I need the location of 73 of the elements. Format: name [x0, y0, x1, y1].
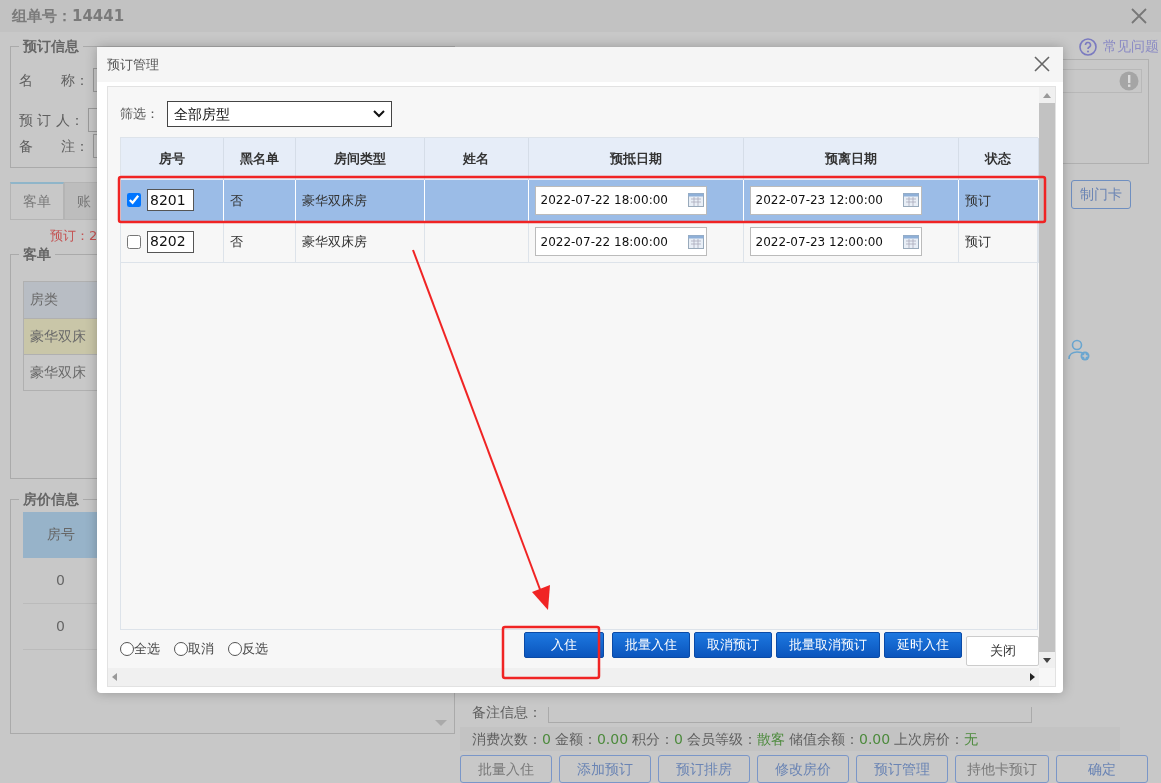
scroll-up-icon[interactable]	[1043, 92, 1051, 98]
table-cell: 豪华双床房	[295, 180, 424, 221]
stat-value: 0.00	[859, 729, 891, 749]
window-title: 组单号：14441	[12, 5, 125, 27]
stat-value: 0.00	[596, 729, 629, 749]
table-cell: 豪华双床房	[295, 221, 424, 262]
column-header: 房间类型	[295, 138, 424, 180]
dialog-title: 预订管理	[107, 55, 159, 74]
stat-label: 储值余额：	[789, 729, 859, 749]
calendar-icon[interactable]	[687, 234, 704, 249]
field-label: 备注信息：	[472, 703, 542, 722]
alert-icon	[1119, 71, 1139, 91]
table-cell: 预订	[958, 221, 1038, 262]
text-field[interactable]	[88, 108, 98, 132]
column-header: 状态	[958, 138, 1038, 180]
column-header: 预离日期	[743, 138, 958, 180]
room-number-field[interactable]: 8201	[147, 189, 194, 212]
stat-label: 上次房价：	[894, 729, 965, 749]
radio-label[interactable]: 取消	[188, 639, 214, 659]
table-row[interactable]: 8201 否 豪华双床房 2022-07-22 18:00:00 2022-07-23 12:00:00 预订	[121, 180, 1038, 221]
caret-icon	[373, 110, 385, 118]
section-title: 客单	[19, 244, 55, 263]
table-row[interactable]: 8202 否 豪华双床房 2022-07-22 18:00:00 2022-07-23 12:00:00 预订	[121, 221, 1038, 262]
stat-value: 0	[542, 729, 551, 749]
column-header: 姓名	[424, 138, 528, 180]
stat-value: 0	[674, 729, 683, 749]
dialog-button[interactable]: 入住	[524, 632, 604, 658]
stat-value: 散客	[757, 729, 785, 749]
radio-button[interactable]	[228, 642, 242, 656]
date-field[interactable]: 2022-07-23 12:00:00	[749, 185, 922, 215]
room-type-select[interactable]: 全部房型	[167, 101, 392, 127]
field-label: 备 注：	[19, 136, 89, 156]
stat-label: 会员等级：	[687, 729, 757, 749]
table-cell: 否	[223, 180, 295, 221]
booking-count: 预订：2	[50, 227, 98, 245]
column-header: 预抵日期	[528, 138, 743, 180]
close-icon[interactable]	[1129, 6, 1149, 26]
radio-label[interactable]: 反选	[242, 639, 268, 659]
table-cell: 预订	[958, 180, 1038, 221]
radio-label[interactable]: 全选	[134, 639, 160, 659]
date-field[interactable]: 2022-07-22 18:00:00	[534, 227, 707, 256]
field-label: 预 订 人：	[19, 110, 84, 130]
filter-label: 筛选：	[120, 105, 159, 124]
stat-value: 无	[964, 729, 979, 749]
column-header: 房号	[121, 138, 223, 180]
column-header: 黑名单	[223, 138, 295, 180]
calendar-icon[interactable]	[902, 234, 919, 249]
room-number-field[interactable]: 8202	[147, 230, 194, 253]
calendar-icon[interactable]	[902, 193, 919, 208]
table-cell: 否	[223, 221, 295, 262]
row-checkbox[interactable]	[127, 234, 141, 249]
radio-button[interactable]	[174, 642, 188, 656]
stat-label: 金额：	[554, 729, 597, 749]
dialog-button[interactable]: 取消预订	[694, 632, 772, 658]
date-field[interactable]: 2022-07-23 12:00:00	[749, 227, 922, 256]
dialog-button[interactable]: 延时入住	[884, 632, 962, 658]
section-title: 房价信息	[19, 489, 83, 508]
date-field[interactable]: 2022-07-22 18:00:00	[534, 185, 707, 215]
section-title: 预订信息	[19, 37, 83, 55]
table-header: 房号	[23, 511, 98, 558]
radio-button[interactable]	[120, 642, 134, 656]
scroll-down-icon[interactable]	[1043, 657, 1051, 663]
dialog-button[interactable]: 关闭	[966, 636, 1039, 666]
user-add-icon[interactable]	[1067, 339, 1091, 361]
stat-label: 积分：	[632, 729, 675, 749]
help-icon	[1079, 37, 1097, 56]
dropdown-arrow-icon	[434, 718, 448, 727]
dialog-button[interactable]: 批量取消预订	[776, 632, 880, 658]
dialog-button[interactable]: 批量入住	[612, 632, 690, 658]
field-label: 名 称：	[19, 70, 89, 90]
stat-label: 消费次数：	[472, 729, 542, 749]
calendar-icon[interactable]	[687, 193, 704, 208]
row-checkbox[interactable]	[127, 193, 141, 208]
